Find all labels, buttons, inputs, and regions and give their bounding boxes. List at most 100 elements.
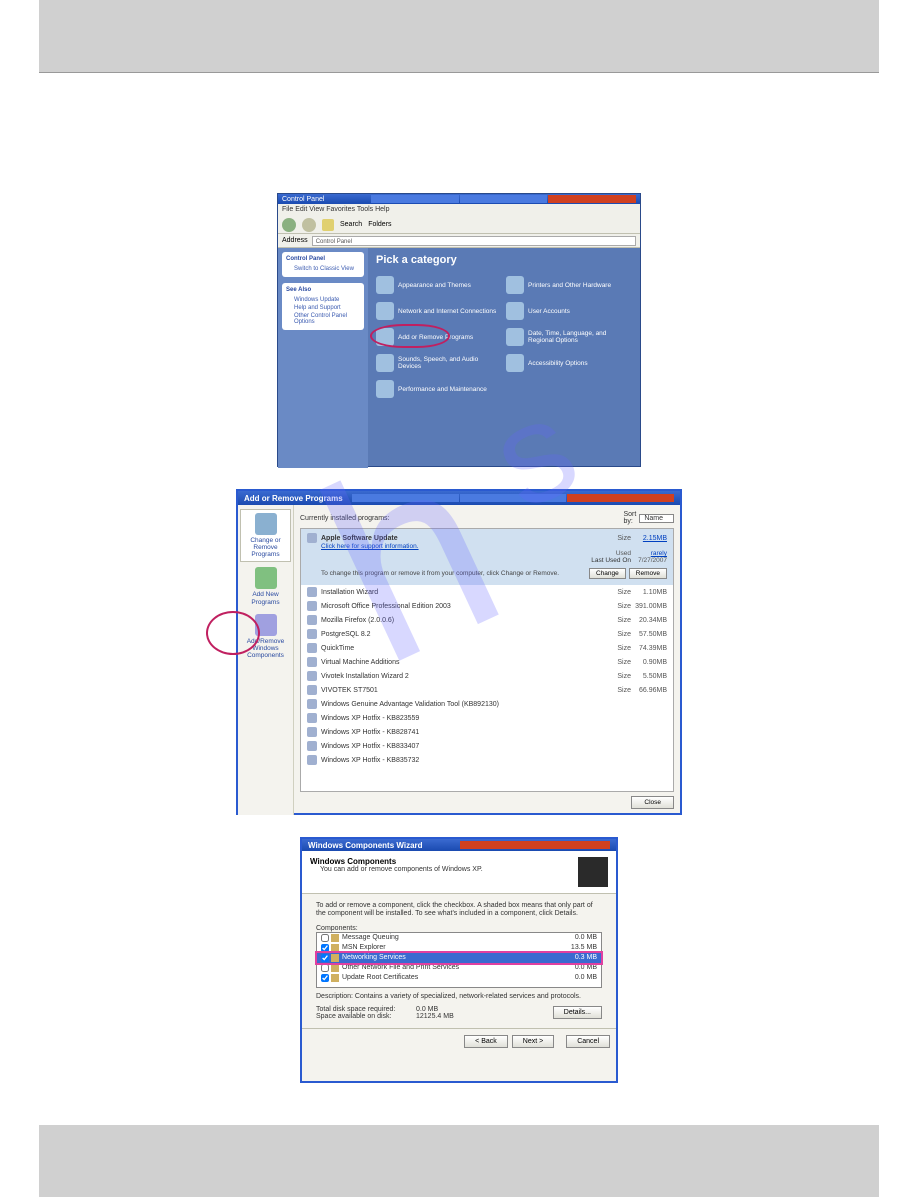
list-item[interactable]: PostgreSQL 8.2Size57.50MB	[301, 627, 673, 641]
change-button[interactable]: Change	[589, 568, 626, 579]
menu-bar[interactable]: File Edit View Favorites Tools Help	[278, 204, 640, 216]
address-input[interactable]: Control Panel	[312, 236, 636, 246]
back-icon[interactable]	[282, 218, 296, 232]
component-item[interactable]: Networking Services0.3 MB	[317, 953, 601, 963]
window-title: Add or Remove Programs	[244, 494, 351, 503]
list-item[interactable]: Vivotek Installation Wizard 2Size5.50MB	[301, 669, 673, 683]
add-remove-programs-window: Add or Remove Programs Change or Remove …	[236, 489, 682, 815]
sidebar-item-change-remove[interactable]: Change or Remove Programs	[240, 509, 291, 562]
list-item[interactable]: Virtual Machine AdditionsSize0.90MB	[301, 655, 673, 669]
component-checkbox[interactable]	[321, 954, 329, 962]
category-users[interactable]: User Accounts	[506, 302, 632, 320]
program-icon	[307, 671, 317, 681]
program-icon	[307, 533, 317, 543]
list-item[interactable]: Mozilla Firefox (2.0.0.6)Size20.34MB	[301, 613, 673, 627]
minimize-icon[interactable]	[371, 195, 459, 203]
program-name: QuickTime	[321, 645, 607, 652]
list-item[interactable]: QuickTimeSize74.39MB	[301, 641, 673, 655]
list-item[interactable]: Windows XP Hotfix - KB833407	[301, 739, 673, 753]
category-add-remove[interactable]: Add or Remove Programs	[376, 328, 502, 346]
sidebar-box-title: Control Panel	[286, 256, 360, 262]
component-size: 0.0 MB	[557, 964, 597, 971]
list-item[interactable]: Windows XP Hotfix - KB835732	[301, 753, 673, 767]
component-checkbox[interactable]	[321, 934, 329, 942]
list-item-selected[interactable]: Apple Software Update Size 2.15MB Click …	[301, 529, 673, 585]
close-button[interactable]: Close	[631, 796, 674, 809]
program-icon	[307, 741, 317, 751]
titlebar[interactable]: Windows Components Wizard	[302, 839, 616, 851]
window-title: Control Panel	[282, 196, 370, 203]
list-item[interactable]: Windows XP Hotfix - KB823559	[301, 711, 673, 725]
list-item[interactable]: Installation WizardSize1.10MB	[301, 585, 673, 599]
size-value: 57.50MB	[631, 631, 667, 638]
maximize-icon[interactable]	[460, 494, 567, 502]
minimize-icon[interactable]	[352, 494, 459, 502]
up-icon[interactable]	[322, 219, 334, 231]
program-icon	[307, 615, 317, 625]
category-accessibility[interactable]: Accessibility Options	[506, 354, 632, 372]
component-icon	[331, 934, 339, 942]
category-date-time[interactable]: Date, Time, Language, and Regional Optio…	[506, 328, 632, 346]
component-checkbox[interactable]	[321, 974, 329, 982]
program-name: Vivotek Installation Wizard 2	[321, 673, 607, 680]
main-panel: Pick a category Appearance and Themes Pr…	[368, 248, 640, 468]
cancel-button[interactable]: Cancel	[566, 1035, 610, 1048]
list-item[interactable]: VIVOTEK ST7501Size66.96MB	[301, 683, 673, 697]
category-printers[interactable]: Printers and Other Hardware	[506, 276, 632, 294]
close-icon[interactable]	[460, 841, 611, 849]
component-icon	[331, 974, 339, 982]
windows-update-link[interactable]: Windows Update	[286, 296, 360, 304]
maximize-icon[interactable]	[460, 195, 548, 203]
next-button[interactable]: Next >	[512, 1035, 554, 1048]
highlight-circle	[370, 324, 450, 348]
list-item[interactable]: Microsoft Office Professional Edition 20…	[301, 599, 673, 613]
program-icon	[307, 699, 317, 709]
support-link[interactable]: Click here for support information.	[307, 543, 667, 550]
change-remove-info: To change this program or remove it from…	[321, 570, 586, 577]
component-item[interactable]: Update Root Certificates0.0 MB	[317, 973, 601, 983]
component-checkbox[interactable]	[321, 964, 329, 972]
component-item[interactable]: Message Queuing0.0 MB	[317, 933, 601, 943]
help-support-link[interactable]: Help and Support	[286, 304, 360, 312]
category-sounds[interactable]: Sounds, Speech, and Audio Devices	[376, 354, 502, 372]
switch-classic-view-link[interactable]: Switch to Classic View	[286, 265, 360, 273]
list-item[interactable]: Windows XP Hotfix - KB828741	[301, 725, 673, 739]
category-appearance[interactable]: Appearance and Themes	[376, 276, 502, 294]
description-text: Contains a variety of specialized, netwo…	[355, 993, 581, 1000]
close-icon[interactable]	[567, 494, 674, 502]
list-item[interactable]: Windows Genuine Advantage Validation Too…	[301, 697, 673, 711]
sounds-icon	[376, 354, 394, 372]
program-name: PostgreSQL 8.2	[321, 631, 607, 638]
back-button[interactable]: < Back	[464, 1035, 508, 1048]
forward-icon[interactable]	[302, 218, 316, 232]
component-item[interactable]: Other Network File and Print Services0.0…	[317, 963, 601, 973]
components-label: Components:	[316, 925, 602, 932]
category-network[interactable]: Network and Internet Connections	[376, 302, 502, 320]
other-options-link[interactable]: Other Control Panel Options	[286, 312, 360, 326]
search-button[interactable]: Search	[340, 221, 362, 228]
space-available-value: 12125.4 MB	[416, 1013, 454, 1020]
space-required-value: 0.0 MB	[416, 1006, 438, 1013]
component-checkbox[interactable]	[321, 944, 329, 952]
component-item[interactable]: MSN Explorer13.5 MB	[317, 943, 601, 953]
details-button[interactable]: Details...	[553, 1006, 602, 1019]
close-icon[interactable]	[548, 195, 636, 203]
folders-button[interactable]: Folders	[368, 221, 391, 228]
component-name: Other Network File and Print Services	[342, 964, 557, 971]
titlebar[interactable]: Add or Remove Programs	[238, 491, 680, 505]
program-name: Microsoft Office Professional Edition 20…	[321, 603, 607, 610]
sidebar-item-add-new[interactable]: Add New Programs	[240, 564, 291, 608]
size-value: 66.96MB	[631, 687, 667, 694]
main-panel: Currently installed programs: Sort by: N…	[294, 505, 680, 815]
performance-icon	[376, 380, 394, 398]
sort-label: Sort by:	[623, 511, 636, 525]
component-name: MSN Explorer	[342, 944, 557, 951]
titlebar[interactable]: Control Panel	[278, 194, 640, 204]
sort-dropdown[interactable]: Name	[639, 514, 674, 523]
remove-button[interactable]: Remove	[629, 568, 667, 579]
wizard-icon	[578, 857, 608, 887]
category-performance[interactable]: Performance and Maintenance	[376, 380, 502, 398]
component-icon	[331, 964, 339, 972]
used-label: Used	[607, 550, 631, 557]
component-size: 0.0 MB	[557, 974, 597, 981]
